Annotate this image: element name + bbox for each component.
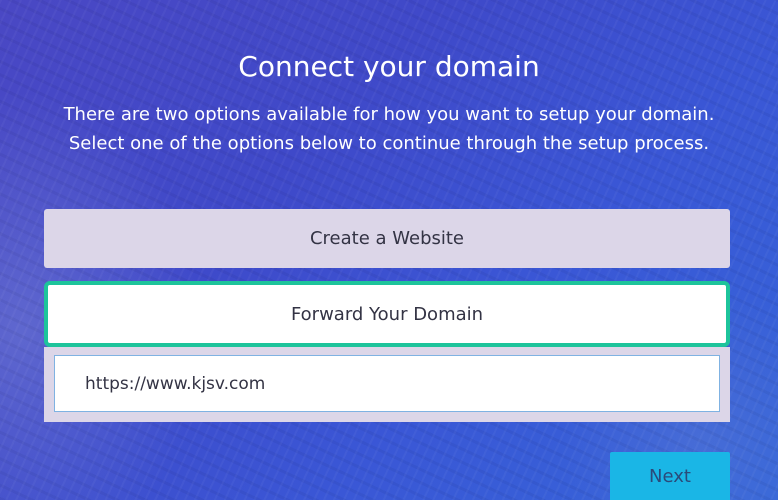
forward-domain-label: Forward Your Domain: [290, 303, 484, 325]
create-website-option[interactable]: Create a Website: [44, 209, 730, 268]
forward-url-input[interactable]: [54, 355, 720, 412]
next-button[interactable]: Next: [610, 452, 730, 500]
description-line-1: There are two options available for how …: [63, 104, 715, 125]
forward-domain-option[interactable]: Forward Your Domain: [44, 281, 730, 347]
page-title: Connect your domain: [238, 50, 540, 83]
description-line-2: Select one of the options below to conti…: [68, 133, 710, 154]
forward-url-panel: [44, 347, 730, 422]
create-website-label: Create a Website: [309, 228, 465, 249]
page-description: There are two options available for how …: [0, 100, 778, 158]
